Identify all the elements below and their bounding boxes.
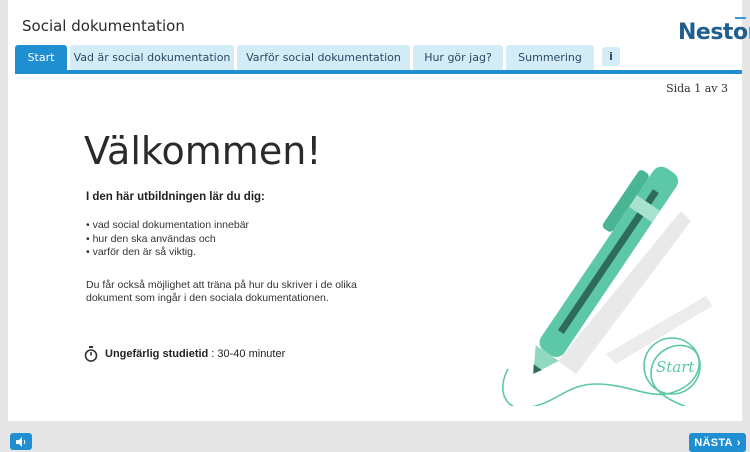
tab-underline [15, 70, 742, 74]
study-time-value: : 30-40 minuter [211, 348, 286, 360]
nestor-logo: Nestor [678, 20, 750, 45]
intro-text: I den här utbildningen lär du dig: [86, 191, 265, 203]
app-title: Social dokumentation [22, 17, 185, 35]
list-item: vad social dokumentation innebär [86, 219, 249, 233]
list-item: varför den är så viktig. [86, 246, 249, 260]
tab-vad-ar[interactable]: Vad är social dokumentation [70, 45, 234, 70]
next-button[interactable]: NÄSTA › [689, 433, 746, 452]
course-window: Social dokumentation Nestor Start Vad är… [0, 0, 750, 452]
chevron-right-icon: › [736, 436, 741, 449]
tab-start[interactable]: Start [15, 45, 67, 70]
next-button-label: NÄSTA [694, 436, 733, 449]
page-heading: Välkommen! [84, 129, 322, 173]
list-item: hur den ska användas och [86, 233, 249, 247]
pen-illustration: Start [502, 166, 712, 406]
stopwatch-icon [84, 346, 98, 362]
page-counter: Sida 1 av 3 [666, 82, 728, 95]
study-time: Ungefärlig studietid : 30-40 minuter [84, 346, 285, 362]
tab-info[interactable]: i [602, 47, 620, 66]
study-time-label: Ungefärlig studietid [105, 348, 209, 360]
start-script-text: Start [656, 358, 695, 376]
practice-paragraph: Du får också möjlighet att träna på hur … [86, 279, 357, 304]
tab-hur-gor-jag[interactable]: Hur gör jag? [413, 45, 503, 70]
content-panel: Sida 1 av 3 Välkommen! I den här utbildn… [8, 76, 742, 421]
footer-bar [0, 421, 750, 452]
audio-button[interactable] [10, 433, 32, 450]
speaker-icon [15, 436, 25, 447]
tab-summering[interactable]: Summering [506, 45, 594, 70]
tab-bar: Start Vad är social dokumentation Varför… [15, 45, 623, 70]
tab-varfor[interactable]: Varför social dokumentation [237, 45, 410, 70]
learning-goals-list: vad social dokumentation innebär hur den… [86, 219, 249, 260]
